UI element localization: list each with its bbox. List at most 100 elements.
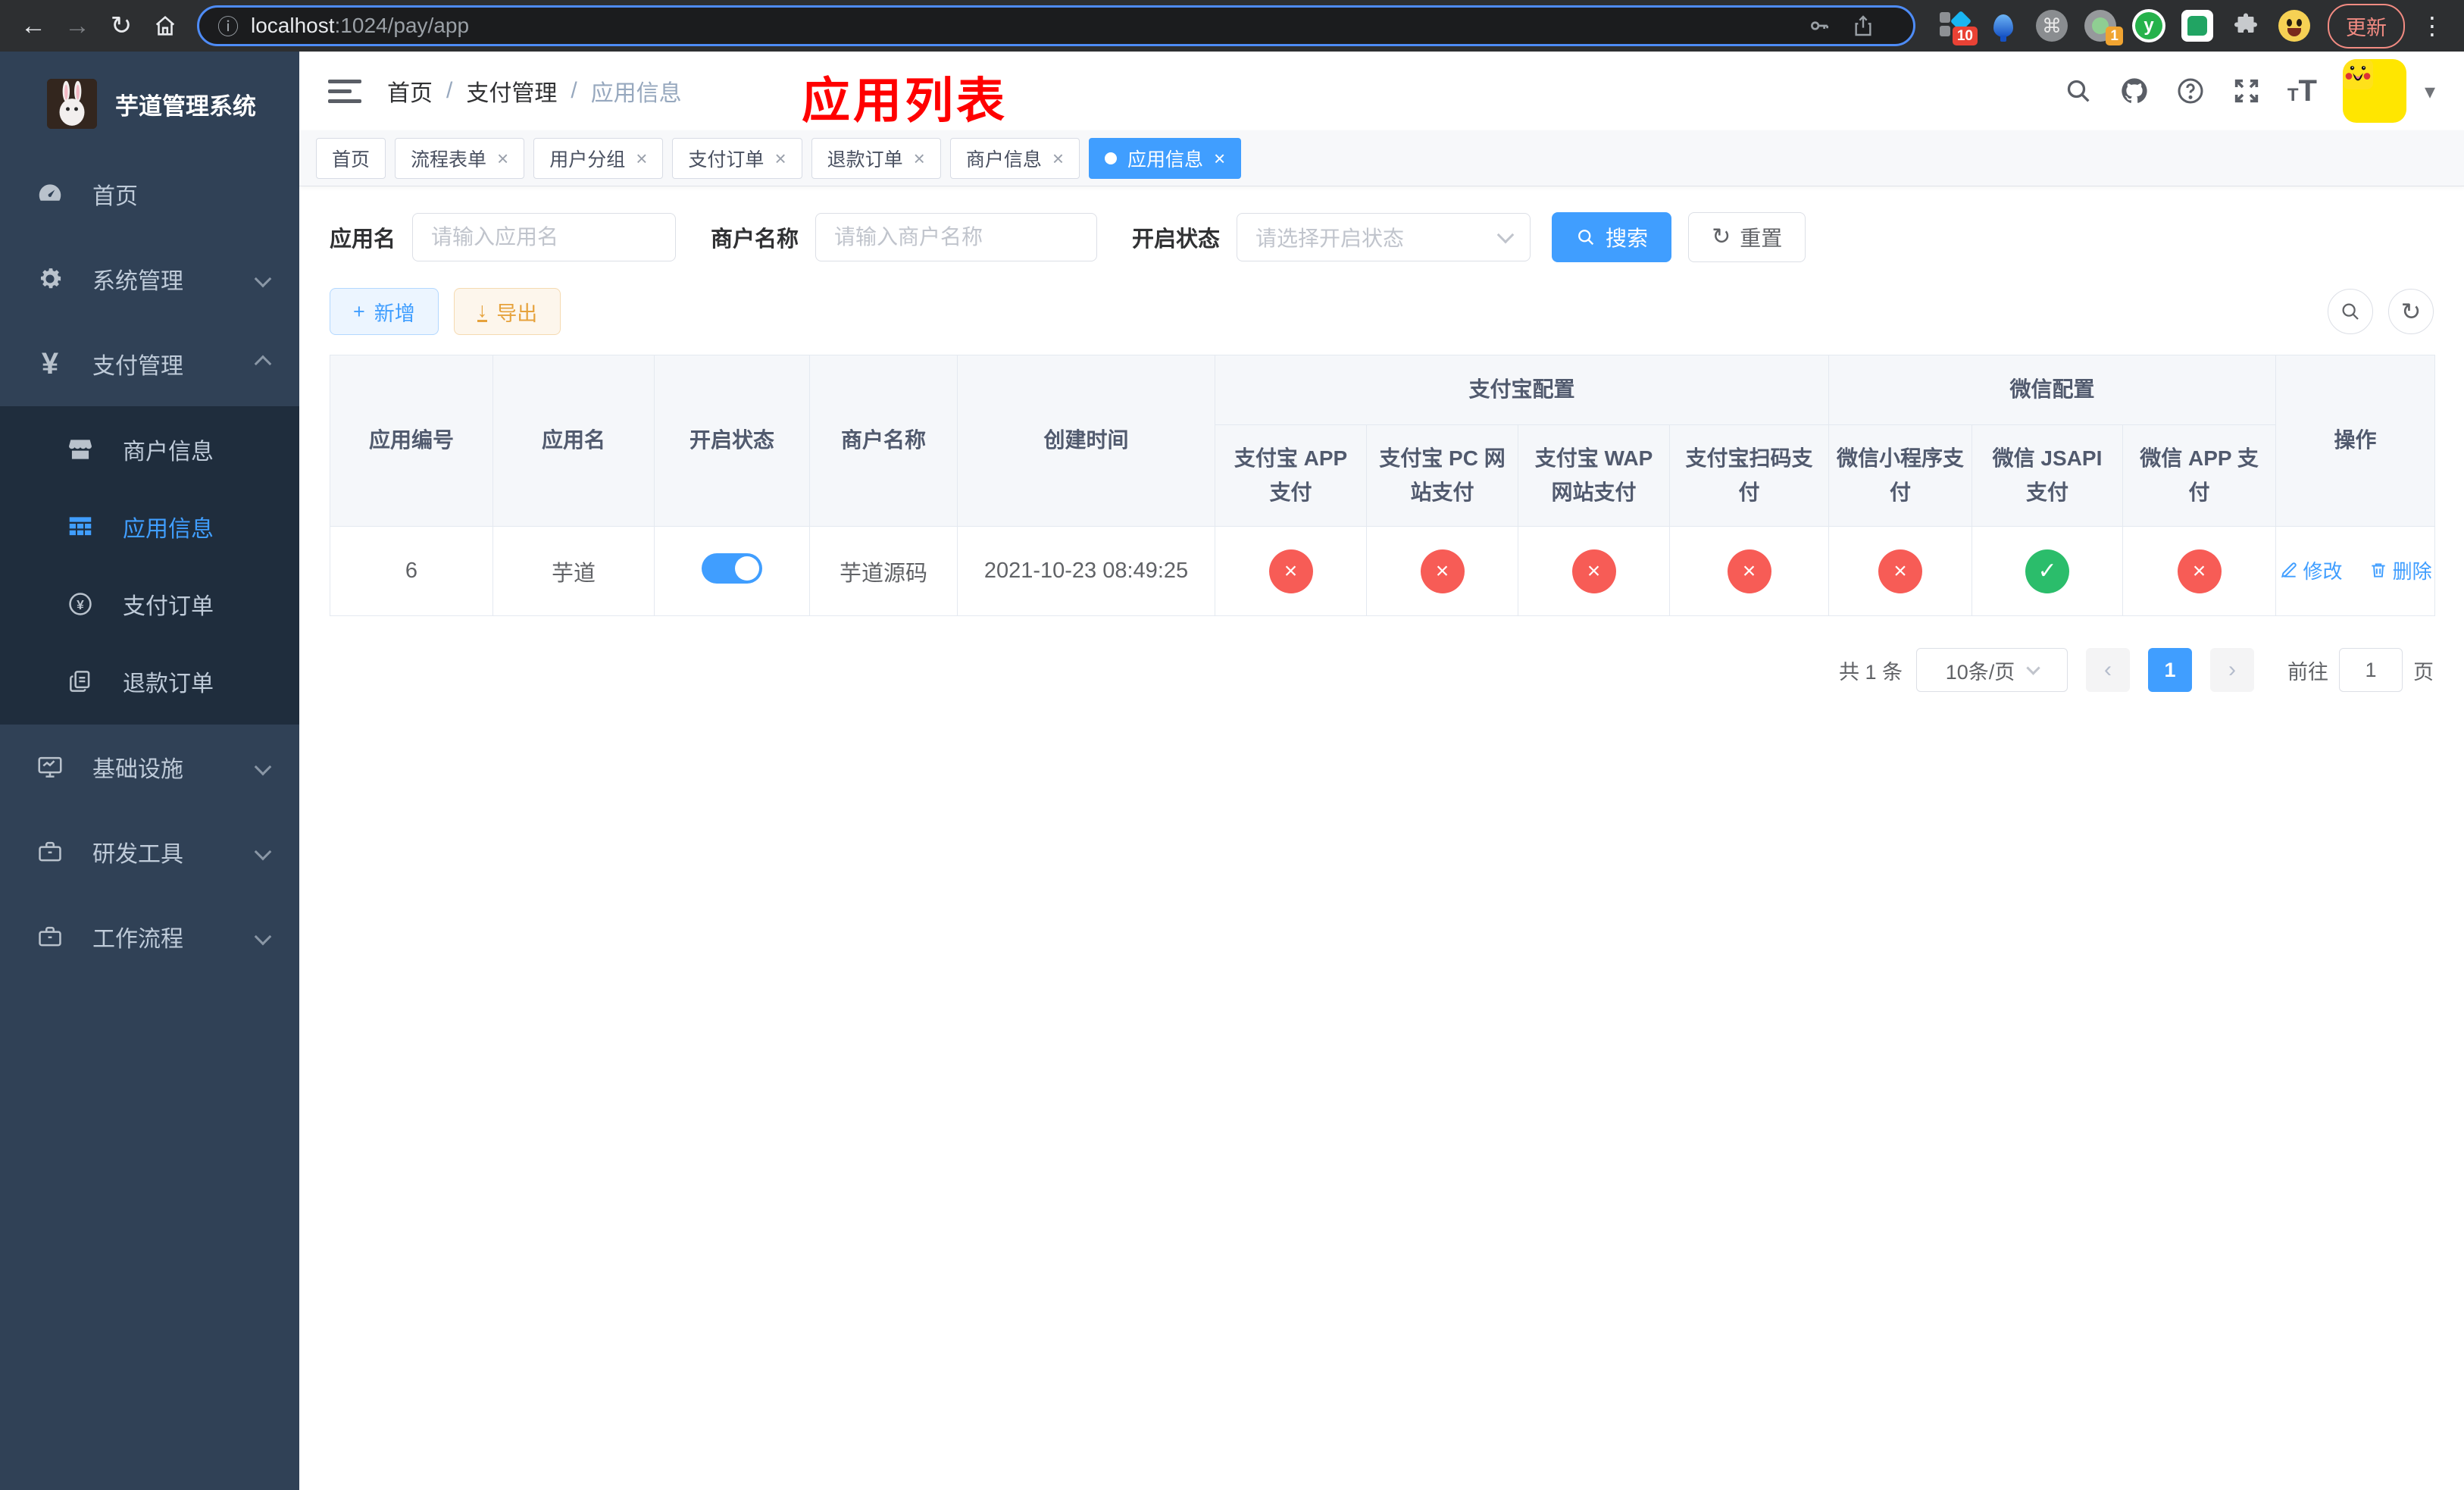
page-size-select[interactable]: 10条/页 [1916,648,2068,692]
help-icon[interactable] [2175,76,2206,106]
font-size-icon[interactable]: TT [2287,74,2317,108]
status-select[interactable]: 请选择开启状态 [1237,213,1531,261]
gear-icon [33,265,67,293]
sidebar-item-home[interactable]: 首页 [0,152,299,236]
svg-text:¥: ¥ [77,597,84,612]
toggle-search-button[interactable] [2328,289,2373,334]
status-toggle[interactable] [702,552,762,584]
cell-app-name: 芋道 [492,526,655,616]
col-alipay-pc: 支付宝 PC 网站支付 [1366,424,1518,527]
merchant-name-input[interactable] [815,213,1098,261]
url-text: localhost:1024/pay/app [251,14,470,37]
search-icon[interactable] [2063,76,2093,106]
delete-link[interactable]: 删除 [2369,556,2432,584]
tab-home[interactable]: 首页 [316,137,386,179]
trash-icon [2371,563,2385,578]
status-fail-icon: × [1268,549,1313,593]
chevron-down-icon [1496,226,1515,244]
extension-command-icon[interactable]: ⌘ [2035,9,2068,42]
tab-app-info-active[interactable]: 应用信息 × [1089,137,1242,179]
breadcrumb-home[interactable]: 首页 [387,74,433,108]
tab-process-form[interactable]: 流程表单 × [395,137,525,179]
sidebar-item-workflow[interactable]: 工作流程 [0,894,299,979]
chrome-update-button[interactable]: 更新 [2328,3,2405,49]
sidebar-item-payment[interactable]: ¥ 支付管理 [0,321,299,406]
sidebar-item-merchant-info[interactable]: 商户信息 [0,411,299,488]
sidebar-item-system[interactable]: 系统管理 [0,236,299,321]
browser-home-button[interactable] [145,6,185,45]
close-icon[interactable]: × [774,149,786,168]
dashboard-icon [33,180,67,208]
sidebar-logo[interactable]: 芋道管理系统 [0,52,299,152]
browser-back-button[interactable]: ← [14,6,53,45]
goto-prefix: 前往 [2287,660,2328,684]
sidebar-toggle-icon[interactable] [328,74,361,109]
col-wechat-app: 微信 APP 支付 [2122,424,2277,527]
github-icon[interactable] [2119,76,2150,106]
goto-page-input[interactable] [2339,648,2403,692]
download-icon: ↓ [477,299,488,322]
close-icon[interactable]: × [497,149,508,168]
next-page-button[interactable]: › [2210,648,2254,692]
page-number-1[interactable]: 1 [2148,648,2192,692]
close-icon[interactable]: × [1052,149,1064,168]
app-name-input[interactable] [412,213,677,261]
refresh-icon: ↻ [2400,298,2422,325]
table-row: 6 芋道 芋道源码 2021-10-23 08:49:25 × × × × × … [330,526,2436,616]
cell-created: 2021-10-23 08:49:25 [957,526,1215,616]
tab-merchant-info[interactable]: 商户信息 × [949,137,1080,179]
refresh-table-button[interactable]: ↻ [2388,289,2434,334]
sidebar-item-pay-orders[interactable]: ¥ 支付订单 [0,565,299,643]
export-button[interactable]: ↓ 导出 [453,288,561,335]
fullscreen-icon[interactable] [2231,76,2262,106]
sidebar-item-app-info[interactable]: 应用信息 [0,488,299,565]
yen-icon: ¥ [41,347,59,380]
url-bar[interactable]: ⓘ localhost:1024/pay/app [197,5,1915,46]
storefront-icon [64,435,97,464]
col-app-name: 应用名 [492,355,655,527]
close-icon[interactable]: × [1214,149,1225,168]
col-app-id: 应用编号 [330,355,493,527]
plus-icon: + [353,299,365,323]
site-info-icon[interactable]: ⓘ [217,11,239,41]
prev-page-button[interactable]: ‹ [2086,648,2130,692]
edit-link[interactable]: 修改 [2279,556,2343,584]
merchant-name-label: 商户名称 [711,227,799,252]
extension-y-icon[interactable]: y [2132,9,2165,42]
tab-pay-orders[interactable]: 支付订单 × [672,137,802,179]
col-wechat-jsapi: 微信 JSAPI 支付 [1972,424,2124,527]
monitor-icon [33,753,67,781]
tab-refund-orders[interactable]: 退款订单 × [811,137,941,179]
extension-chat-icon[interactable] [2181,9,2214,42]
browser-chrome: ← → ↻ ⓘ localhost:1024/pay/app 10 ⌘ 1 y [0,0,2464,52]
extension-recorder-icon[interactable]: 1 [2084,9,2123,45]
share-icon[interactable] [1851,14,1875,38]
sidebar-item-infrastructure[interactable]: 基础设施 [0,725,299,809]
password-key-icon[interactable] [1807,14,1831,38]
status-fail-icon: × [2177,549,2222,593]
search-button[interactable]: 搜索 [1552,212,1672,262]
reset-button[interactable]: ↻ 重置 [1688,212,1806,262]
close-icon[interactable]: × [914,149,925,168]
add-button[interactable]: + 新增 [330,288,439,335]
col-actions: 操作 [2275,355,2436,527]
close-icon[interactable]: × [636,149,647,168]
browser-menu-icon[interactable]: ⋮ [2409,11,2450,40]
browser-forward-button[interactable]: → [58,6,97,45]
payment-submenu: 商户信息 应用信息 ¥ 支付订单 退款订单 [0,406,299,725]
sidebar-item-refund-orders[interactable]: 退款订单 [0,643,299,720]
avatar-caret-icon[interactable]: ▾ [2425,79,2435,104]
tab-user-group[interactable]: 用户分组 × [533,137,664,179]
user-avatar[interactable] [2342,59,2406,123]
browser-reload-button[interactable]: ↻ [102,6,141,45]
extension-balloon-icon[interactable] [1987,9,2020,42]
extension-tasks-icon[interactable]: 10 [1938,9,1978,45]
breadcrumb-payment[interactable]: 支付管理 [466,74,557,108]
extensions-puzzle-icon[interactable] [2229,9,2262,42]
sidebar-item-dev-tools[interactable]: 研发工具 [0,809,299,894]
profile-avatar-icon[interactable] [2278,9,2311,42]
group-alipay-config: 支付宝配置 [1214,355,1830,425]
col-created: 创建时间 [957,355,1215,527]
status-success-icon: ✓ [2025,549,2070,593]
breadcrumb-current: 应用信息 [590,81,682,106]
